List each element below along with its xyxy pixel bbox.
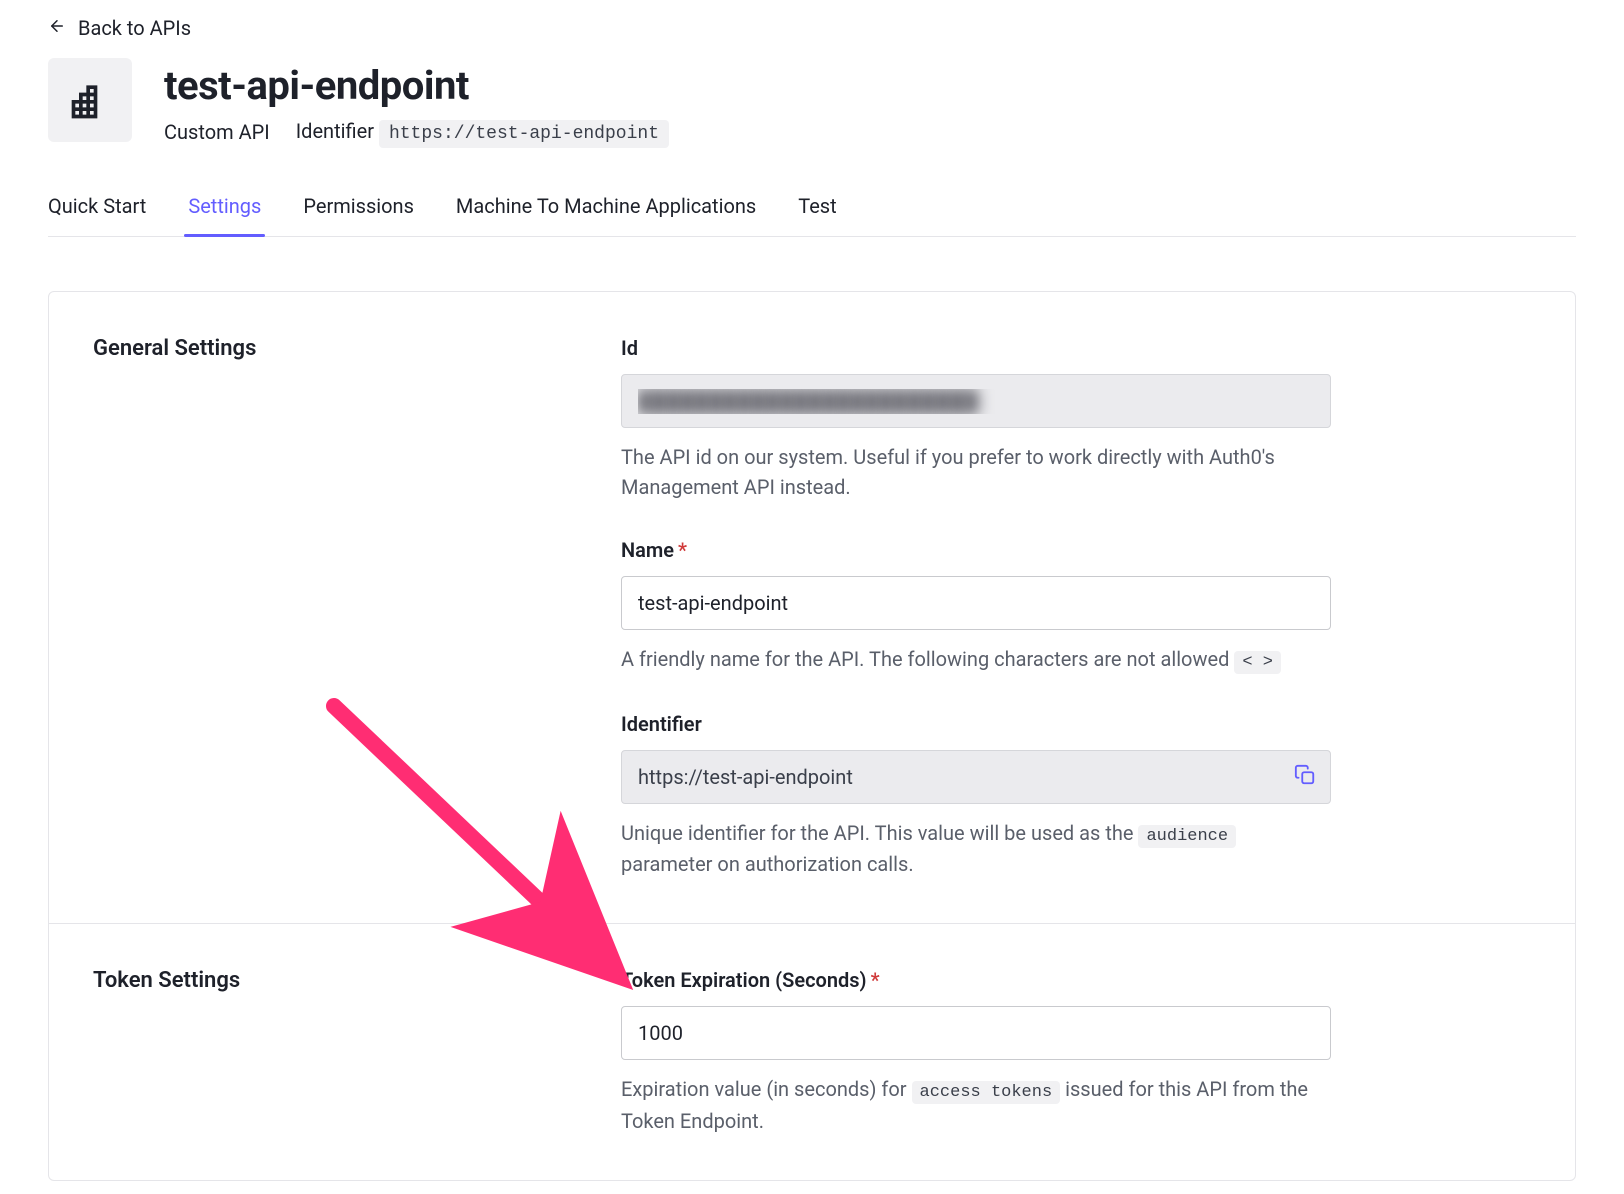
input-name[interactable] (621, 576, 1331, 630)
tab-quick-start[interactable]: Quick Start (48, 184, 146, 236)
tab-m2m-applications[interactable]: Machine To Machine Applications (456, 184, 756, 236)
tabs: Quick Start Settings Permissions Machine… (48, 184, 1576, 237)
label-id: Id (621, 336, 1331, 360)
input-token-expiration[interactable] (621, 1006, 1331, 1060)
section-token-settings: Token Settings Token Expiration (Seconds… (49, 923, 1575, 1180)
code-chip-audience: audience (1138, 825, 1236, 848)
field-id: Id The API id on our system. Useful if y… (621, 336, 1331, 502)
field-token-expiration: Token Expiration (Seconds)* Expiration v… (621, 968, 1331, 1136)
required-indicator: * (678, 538, 687, 562)
label-identifier: Identifier (621, 712, 1331, 736)
tab-test[interactable]: Test (798, 184, 836, 236)
label-name: Name (621, 538, 674, 562)
back-link-label: Back to APIs (78, 16, 191, 40)
section-title-token: Token Settings (93, 968, 573, 1136)
label-token-expiration: Token Expiration (Seconds) (621, 968, 867, 992)
section-title-general: General Settings (93, 336, 573, 879)
tab-settings[interactable]: Settings (188, 184, 261, 236)
api-header: test-api-endpoint Custom API Identifier … (48, 58, 1576, 144)
api-type-label: Custom API (164, 120, 270, 144)
copy-icon (1294, 764, 1316, 789)
arrow-left-icon (48, 16, 66, 40)
copy-identifier-button[interactable] (1291, 763, 1319, 791)
help-id: The API id on our system. Useful if you … (621, 442, 1331, 502)
code-chip-access-tokens: access tokens (912, 1081, 1061, 1104)
api-icon (48, 58, 132, 142)
help-name: A friendly name for the API. The followi… (621, 644, 1331, 676)
back-to-apis-link[interactable]: Back to APIs (48, 12, 191, 58)
settings-card: General Settings Id The API id on our sy… (48, 291, 1576, 1181)
identifier-chip: https://test-api-endpoint (379, 120, 669, 148)
field-identifier: Identifier Unique identifier for the API… (621, 712, 1331, 880)
input-identifier[interactable] (621, 750, 1331, 804)
help-identifier: Unique identifier for the API. This valu… (621, 818, 1331, 880)
required-indicator: * (871, 968, 880, 992)
page-title: test-api-endpoint (164, 62, 669, 109)
help-token-expiration: Expiration value (in seconds) for access… (621, 1074, 1331, 1136)
field-name: Name* A friendly name for the API. The f… (621, 538, 1331, 676)
code-chip-forbidden-chars: < > (1234, 651, 1281, 674)
tab-permissions[interactable]: Permissions (303, 184, 414, 236)
input-id[interactable] (621, 374, 1331, 428)
identifier-label: Identifier (296, 119, 374, 143)
section-general-settings: General Settings Id The API id on our sy… (49, 292, 1575, 923)
